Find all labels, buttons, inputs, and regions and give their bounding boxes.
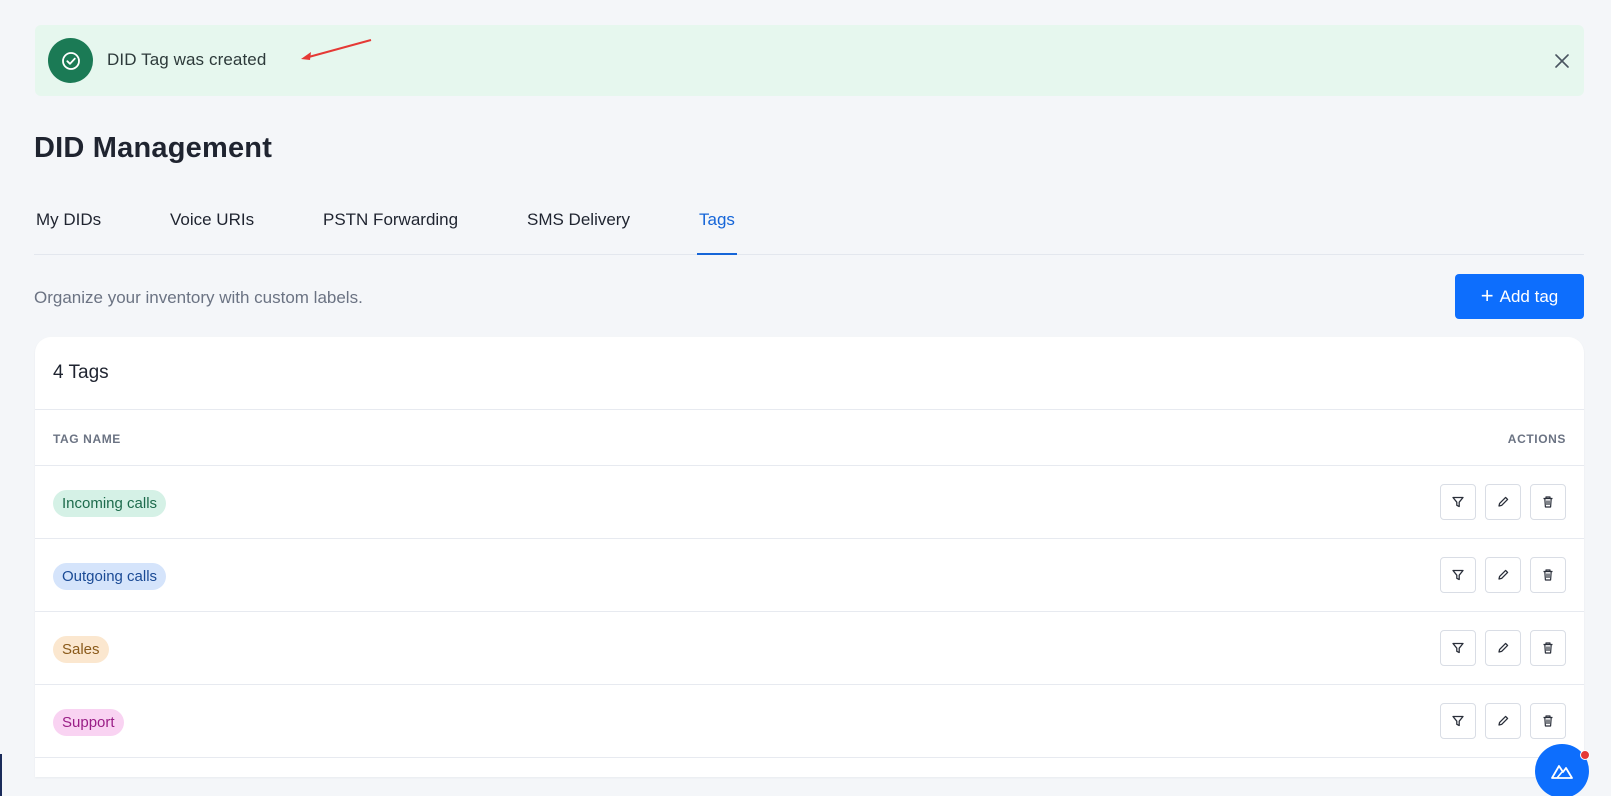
success-toast: DID Tag was created bbox=[35, 25, 1584, 96]
filter-button[interactable] bbox=[1440, 703, 1476, 739]
filter-icon bbox=[1452, 569, 1464, 581]
toast-message: DID Tag was created bbox=[107, 50, 267, 69]
add-tag-label: Add tag bbox=[1499, 286, 1559, 306]
edit-button[interactable] bbox=[1485, 703, 1521, 739]
table-row: Outgoing calls bbox=[35, 539, 1584, 612]
annotation-arrow bbox=[301, 39, 372, 60]
pencil-icon bbox=[1498, 496, 1509, 507]
pencil-icon bbox=[1498, 642, 1509, 653]
notification-badge bbox=[1580, 750, 1590, 760]
filter-button[interactable] bbox=[1440, 484, 1476, 520]
trash-icon bbox=[1543, 715, 1553, 727]
add-tag-button[interactable]: + Add tag bbox=[1455, 274, 1584, 319]
plus-icon: + bbox=[1480, 282, 1494, 308]
filter-icon bbox=[1452, 642, 1464, 654]
table-row: Sales bbox=[35, 612, 1584, 685]
page-title: DID Management bbox=[34, 132, 273, 164]
tab-pstn-forwarding[interactable]: PSTN Forwarding bbox=[323, 210, 458, 255]
tab-bar: My DIDs Voice URIs PSTN Forwarding SMS D… bbox=[34, 200, 1584, 255]
filter-icon bbox=[1452, 715, 1464, 727]
filter-icon bbox=[1452, 496, 1464, 508]
tab-sms-delivery[interactable]: SMS Delivery bbox=[527, 210, 630, 255]
edit-button[interactable] bbox=[1485, 557, 1521, 593]
check-circle-icon bbox=[48, 38, 93, 83]
row-actions bbox=[1440, 484, 1566, 520]
column-tag-name: TAG NAME bbox=[53, 432, 121, 446]
filter-button[interactable] bbox=[1440, 557, 1476, 593]
delete-button[interactable] bbox=[1530, 484, 1566, 520]
delete-button[interactable] bbox=[1530, 630, 1566, 666]
trash-icon bbox=[1543, 642, 1553, 654]
edge-line bbox=[0, 754, 2, 796]
tags-count: 4 Tags bbox=[35, 337, 1584, 410]
delete-button[interactable] bbox=[1530, 703, 1566, 739]
table-row: Incoming calls bbox=[35, 466, 1584, 539]
tag-pill: Sales bbox=[53, 636, 109, 663]
trash-icon bbox=[1543, 569, 1553, 581]
close-icon bbox=[1555, 54, 1569, 68]
filter-button[interactable] bbox=[1440, 630, 1476, 666]
tag-pill: Incoming calls bbox=[53, 490, 167, 517]
tab-my-dids[interactable]: My DIDs bbox=[36, 210, 101, 255]
tag-pill: Outgoing calls bbox=[53, 563, 167, 590]
toast-close-button[interactable] bbox=[1550, 49, 1574, 73]
tab-tags[interactable]: Tags bbox=[697, 210, 737, 255]
row-actions bbox=[1440, 703, 1566, 739]
table-row: Support bbox=[35, 685, 1584, 758]
edit-button[interactable] bbox=[1485, 630, 1521, 666]
chat-support-icon bbox=[1551, 765, 1573, 779]
row-actions bbox=[1440, 557, 1566, 593]
pencil-icon bbox=[1498, 715, 1509, 726]
pencil-icon bbox=[1498, 569, 1509, 580]
tab-voice-uris[interactable]: Voice URIs bbox=[170, 210, 254, 255]
edit-button[interactable] bbox=[1485, 484, 1521, 520]
page-subtitle: Organize your inventory with custom labe… bbox=[34, 288, 363, 307]
tag-pill: Support bbox=[53, 709, 124, 736]
page: DID Tag was created DID Management My DI… bbox=[0, 0, 1611, 796]
row-actions bbox=[1440, 630, 1566, 666]
table-header: TAG NAME ACTIONS bbox=[35, 410, 1584, 466]
trash-icon bbox=[1543, 496, 1553, 508]
column-actions: ACTIONS bbox=[1507, 432, 1566, 446]
tags-card: 4 Tags TAG NAME ACTIONS Incoming calls O… bbox=[35, 337, 1584, 777]
delete-button[interactable] bbox=[1530, 557, 1566, 593]
